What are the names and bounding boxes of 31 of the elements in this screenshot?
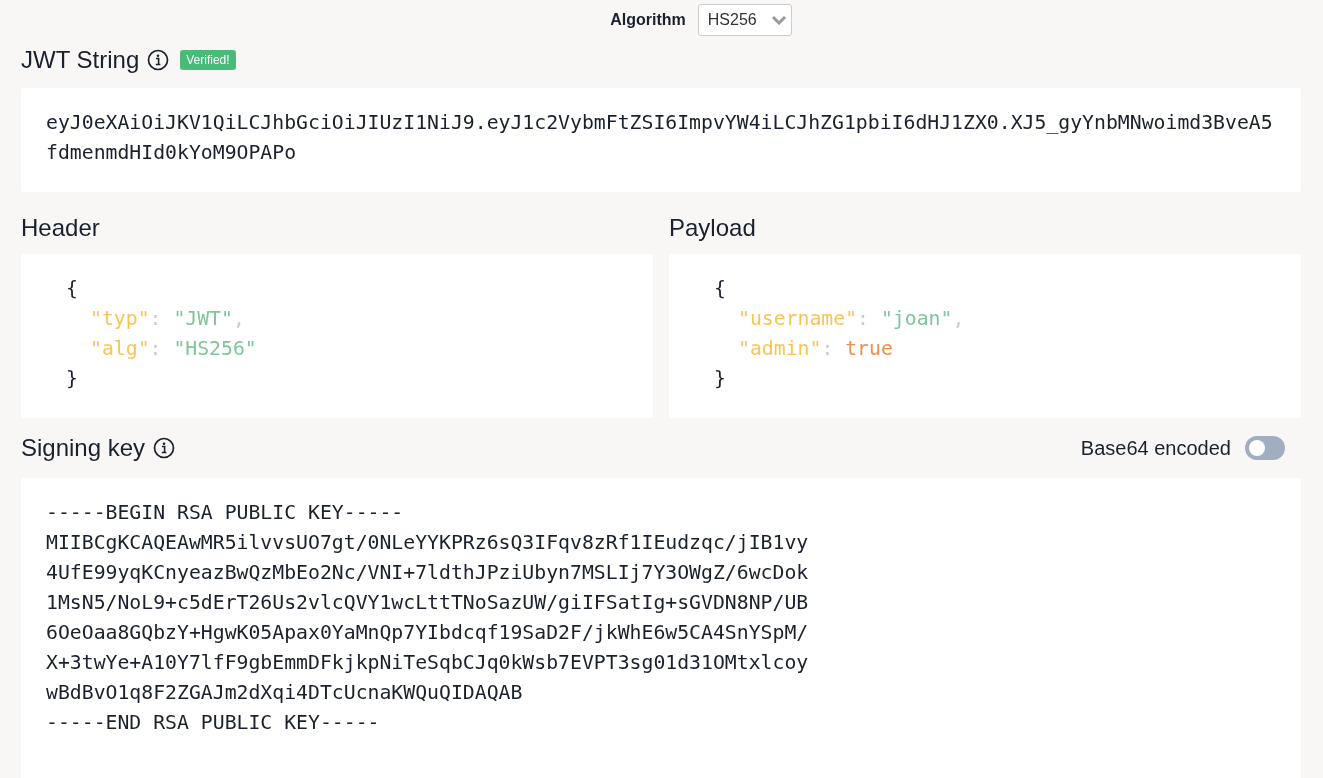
- key-line: 1MsN5/NoL9+c5dErT26Us2vlcQVY1wcLttTNoSazUW/giIFSatIg+sGVDN8NP/UB: [46, 590, 809, 616]
- key-line: -----END RSA PUBLIC KEY-----: [46, 710, 380, 736]
- code-text: }: [66, 367, 78, 390]
- key-line: wBdBvO1q8F2ZGAJm2dXqi4DTcUcnaKWQuQIDAQAB: [46, 680, 523, 706]
- key-line: -----BEGIN RSA PUBLIC KEY-----: [46, 500, 404, 526]
- info-icon[interactable]: [147, 49, 170, 71]
- verified-badge: Verified!: [180, 50, 236, 70]
- code-panel[interactable]: { "username": "joan", "admin": true }: [669, 254, 1301, 418]
- section-title: Signing key: [21, 434, 146, 462]
- info-icon[interactable]: [153, 437, 176, 459]
- code-text: "username": "joan",: [738, 307, 965, 330]
- code-panel[interactable]: { "typ": "JWT", "alg": "HS256" }: [21, 254, 653, 418]
- token-field[interactable]: eyJ0eXAiOiJKV1QiLCJhbGciOiJIUzI1NiJ9.eyJ1c2VybmFtZSI6ImpvYW4iLCJhZG1pbiI6dHJ1ZX0.XJ5_gyYnbMNwoimd3BveA5fdmenmdHId0kYoM9OPAPo: [21, 88, 1301, 192]
- code-text: "alg": "HS256": [90, 337, 257, 360]
- key-line: 4UfE99yqKCnyeazBwQzMbEo2Nc/VNI+7ldthJPziUbyn7MSLIj7Y3OWgZ/6wcDok: [46, 560, 809, 586]
- chevron-down-icon: [770, 15, 787, 25]
- key-line: 6OeOaa8GQbzY+HgwK05Apax0YaMnQp7YIbdcqf19SaD2F/jkWhE6w5CA4SnYSpM/: [46, 620, 809, 646]
- section-title: JWT String: [21, 46, 140, 74]
- code-text: "typ": "JWT",: [90, 307, 245, 330]
- key-line: X+3twYe+A10Y7lfF9gbEmmDFkjkpNiTeSqbCJq0kWsb7EVPT3sg01d31OMtxlcoy: [46, 650, 809, 676]
- code-text: {: [66, 277, 78, 300]
- toggle-label: Base64 encoded: [1080, 436, 1231, 460]
- algorithm-select[interactable]: HS256: [697, 4, 792, 36]
- key-line: MIIBCgKCAQEAwMR5ilvvsUO7gt/0NLeYYKPRz6sQ3IFqv8zRf1IEudzqc/jIB1vy: [46, 530, 809, 556]
- algorithm-label: Algorithm: [610, 11, 686, 29]
- code-text: }: [714, 367, 726, 390]
- panel-title: Payload: [669, 214, 757, 242]
- base64-toggle[interactable]: [1245, 436, 1285, 460]
- code-text: {: [714, 277, 726, 300]
- code-text: "admin": true: [738, 337, 893, 360]
- panel-title: Header: [21, 214, 101, 242]
